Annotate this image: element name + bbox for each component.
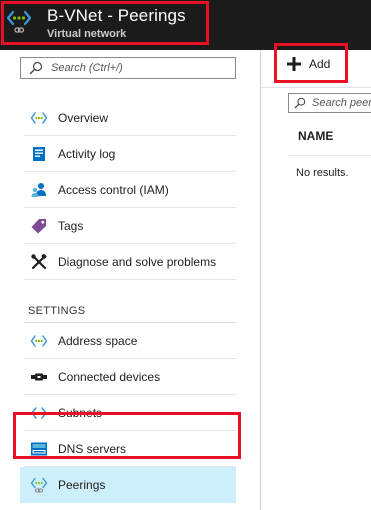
tag-icon bbox=[31, 219, 46, 234]
menu-item-label: Access control (IAM) bbox=[58, 183, 169, 197]
address-space-icon bbox=[30, 335, 48, 347]
menu-item-label: Address space bbox=[58, 334, 138, 348]
search-icon bbox=[29, 61, 43, 75]
title-highlight-box bbox=[1, 1, 209, 45]
menu-search-input[interactable] bbox=[51, 60, 231, 76]
table-header-divider bbox=[288, 155, 371, 156]
empty-table-message: No results. bbox=[296, 167, 349, 179]
menu-item-activity-log[interactable]: Activity log bbox=[24, 136, 236, 172]
menu-item-connected-devices[interactable]: Connected devices bbox=[24, 359, 236, 395]
overview-icon bbox=[30, 112, 48, 124]
menu-item-access-control[interactable]: Access control (IAM) bbox=[24, 172, 236, 208]
menu-item-label: Tags bbox=[58, 219, 84, 233]
toolbar-divider bbox=[261, 87, 371, 88]
menu-item-label: Peerings bbox=[58, 478, 106, 492]
add-highlight-box bbox=[274, 43, 348, 83]
peerings-icon bbox=[30, 477, 48, 493]
access-control-icon bbox=[31, 183, 46, 197]
wrench-icon bbox=[31, 254, 47, 270]
menu-divider bbox=[260, 50, 261, 510]
menu-search-box[interactable] bbox=[20, 57, 236, 79]
peerings-search-input[interactable] bbox=[312, 95, 371, 111]
menu-item-label: Connected devices bbox=[58, 370, 161, 384]
menu-item-peerings[interactable]: Peerings bbox=[24, 467, 236, 503]
menu-item-tags[interactable]: Tags bbox=[24, 208, 236, 244]
peerings-search-box[interactable] bbox=[288, 93, 371, 113]
menu-item-label: Activity log bbox=[58, 147, 116, 161]
settings-heading: SETTINGS bbox=[28, 305, 86, 317]
connected-devices-icon bbox=[31, 373, 47, 381]
menu-item-label: Overview bbox=[58, 111, 109, 125]
peerings-highlight-box bbox=[13, 412, 241, 459]
menu-item-label: Diagnose and solve problems bbox=[58, 255, 217, 269]
menu-item-address-space[interactable]: Address space bbox=[24, 323, 236, 359]
menu-item-diagnose[interactable]: Diagnose and solve problems bbox=[24, 244, 236, 280]
activity-log-icon bbox=[33, 147, 45, 161]
column-header-name[interactable]: NAME bbox=[298, 129, 333, 143]
search-icon bbox=[294, 97, 306, 109]
menu-item-overview[interactable]: Overview bbox=[24, 100, 236, 136]
